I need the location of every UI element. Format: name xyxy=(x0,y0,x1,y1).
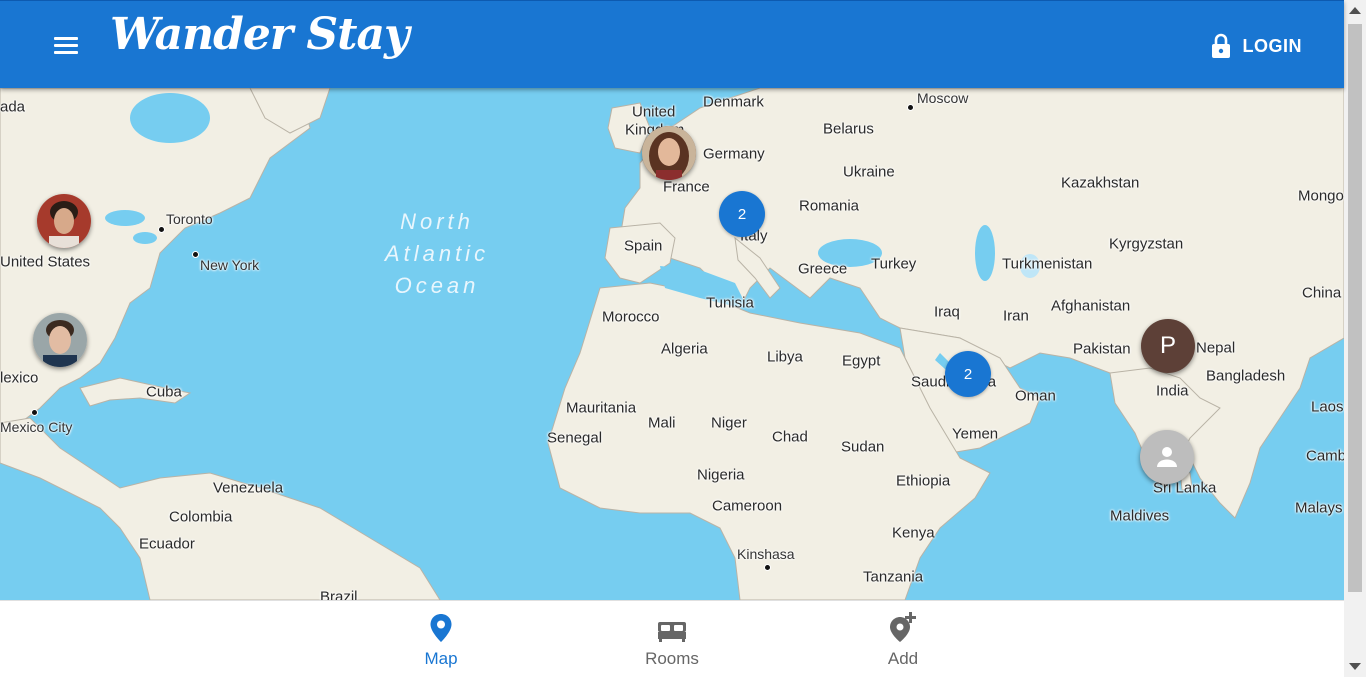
country-label: Libya xyxy=(767,348,803,366)
country-label: lexico xyxy=(0,369,39,387)
city-dot xyxy=(907,104,914,111)
country-label: India xyxy=(1156,382,1189,400)
lock-icon xyxy=(1211,33,1230,58)
avatar-marker[interactable]: P xyxy=(1141,319,1195,373)
country-label: Belarus xyxy=(823,120,874,138)
nav-add[interactable]: Add xyxy=(843,611,963,671)
bed-icon xyxy=(658,622,686,642)
avatar-marker[interactable] xyxy=(642,126,696,180)
avatar-marker[interactable] xyxy=(1140,430,1194,484)
country-label: Kenya xyxy=(892,524,935,542)
country-label: Mali xyxy=(648,414,676,432)
country-label: Venezuela xyxy=(213,479,284,497)
country-label: Yemen xyxy=(952,425,999,443)
avatar-marker[interactable] xyxy=(33,313,87,367)
country-label: Turkmenistan xyxy=(1002,255,1093,273)
person-icon xyxy=(1157,447,1177,467)
scroll-up-arrow-icon[interactable] xyxy=(1349,7,1361,14)
country-label: ada xyxy=(0,98,26,116)
city-dot xyxy=(31,409,38,416)
country-label: Pakistan xyxy=(1073,340,1131,358)
country-label: Colombia xyxy=(169,508,233,526)
country-label: Romania xyxy=(799,197,860,215)
city-label: Mexico City xyxy=(0,419,73,435)
country-label: Mauritania xyxy=(566,399,637,417)
app-bar: Wander Stay LOGIN xyxy=(0,0,1344,88)
country-label: Maldives xyxy=(1110,507,1170,525)
cluster-marker[interactable]: 2 xyxy=(945,351,991,397)
login-button[interactable]: LOGIN xyxy=(1211,31,1303,61)
nav-map[interactable]: Map xyxy=(381,611,501,671)
country-label: Germany xyxy=(703,145,765,163)
avatar-letter: P xyxy=(1159,332,1176,359)
city-label: Moscow xyxy=(917,90,969,106)
country-label: United xyxy=(632,103,676,121)
menu-icon xyxy=(54,37,78,40)
country-label: Turkey xyxy=(871,255,917,273)
country-label: Denmark xyxy=(703,93,764,111)
country-label: Kazakhstan xyxy=(1061,174,1140,192)
city-label: New York xyxy=(200,257,260,273)
country-label: Cameroon xyxy=(712,497,783,515)
country-label: Sudan xyxy=(841,438,885,456)
scroll-down-arrow-icon[interactable] xyxy=(1349,663,1361,670)
scroll-thumb[interactable] xyxy=(1348,24,1362,592)
country-label: Ethiopia xyxy=(896,472,951,490)
country-label: Morocco xyxy=(602,308,660,326)
avatar-marker[interactable] xyxy=(37,194,91,248)
country-label: China xyxy=(1302,284,1342,302)
country-label: Chad xyxy=(772,428,808,446)
country-label: Kyrgyzstan xyxy=(1109,235,1184,253)
app-logo: Wander Stay xyxy=(110,9,410,60)
avatar-photo xyxy=(33,313,87,367)
city-dot xyxy=(158,226,165,233)
country-label: Greece xyxy=(798,260,848,278)
country-label: United States xyxy=(0,253,91,271)
nav-label: Rooms xyxy=(645,649,699,668)
country-label: Nigeria xyxy=(697,466,745,484)
country-label: Camb xyxy=(1306,447,1344,465)
nav-rooms[interactable]: Rooms xyxy=(612,611,732,671)
cluster-marker[interactable]: 2 xyxy=(719,191,765,237)
login-label: LOGIN xyxy=(1242,35,1302,56)
add-location-icon xyxy=(890,612,916,642)
country-label: France xyxy=(663,178,710,196)
nav-label: Map xyxy=(424,649,458,668)
city-dot xyxy=(764,564,771,571)
country-label: Ukraine xyxy=(843,163,895,181)
country-label: Cuba xyxy=(146,383,182,401)
country-label: Egypt xyxy=(842,352,881,370)
city-dot xyxy=(192,251,199,258)
country-label: Tunisia xyxy=(706,294,754,312)
country-label: Iran xyxy=(1003,307,1029,325)
location-pin-icon xyxy=(430,614,452,642)
country-label: Spain xyxy=(624,237,663,255)
city-label: Kinshasa xyxy=(737,546,795,562)
country-label: Mongo xyxy=(1298,187,1344,205)
bottom-navigation: Map Rooms Add xyxy=(0,600,1344,678)
country-label: Afghanistan xyxy=(1051,297,1131,315)
avatar-photo xyxy=(642,126,696,180)
country-label: Tanzania xyxy=(863,568,924,586)
country-label: Brazil xyxy=(320,588,358,601)
country-label: Algeria xyxy=(661,340,708,358)
country-label: Senegal xyxy=(547,429,603,447)
country-label: Niger xyxy=(711,414,747,432)
country-label: Oman xyxy=(1015,387,1056,405)
vertical-scrollbar[interactable] xyxy=(1344,0,1366,677)
ocean-label: North Atlantic Ocean xyxy=(384,209,490,298)
country-label: Bangladesh xyxy=(1206,367,1286,385)
country-label: Iraq xyxy=(934,303,960,321)
country-label: Laos xyxy=(1311,398,1344,416)
avatar-photo xyxy=(37,194,91,248)
country-label: Malays xyxy=(1295,499,1343,517)
menu-button[interactable] xyxy=(44,25,88,65)
world-map[interactable]: North Atlantic Ocean ada United Kingdom … xyxy=(0,88,1344,600)
city-label: Toronto xyxy=(166,211,213,227)
country-label: Nepal xyxy=(1196,339,1236,357)
country-label: Ecuador xyxy=(139,535,195,553)
nav-label: Add xyxy=(887,649,919,668)
